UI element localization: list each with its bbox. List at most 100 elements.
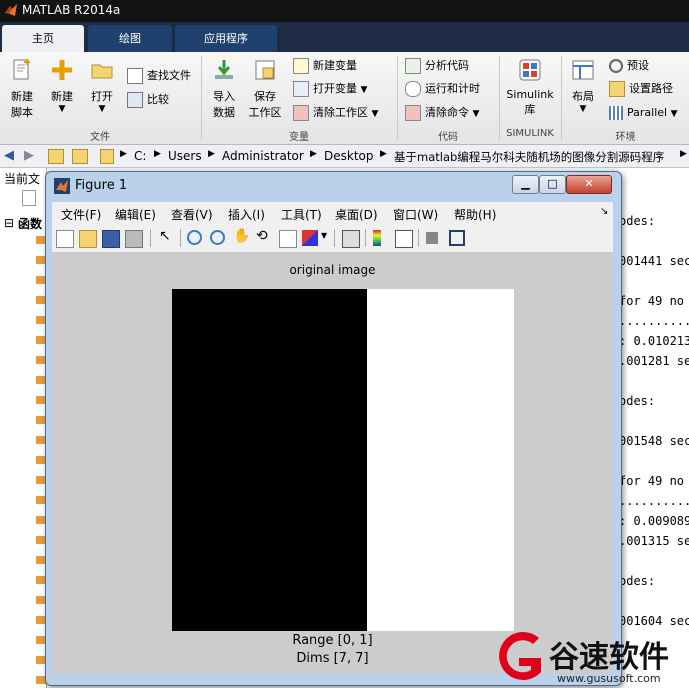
import-icon	[215, 60, 233, 79]
link-plot-icon[interactable]	[342, 230, 360, 248]
chevron-right-icon: ▶	[208, 149, 215, 159]
import-data-button[interactable]: 导入 数据	[204, 58, 244, 120]
breadcrumb-project-folder[interactable]: 基于matlab编程马尔科夫随机场的图像分割源码程序	[394, 149, 664, 165]
hide-plot-tools-icon[interactable]	[426, 232, 438, 244]
zoom-in-icon[interactable]	[187, 230, 202, 245]
compare-button[interactable]: 比较	[127, 90, 169, 110]
new-script-label-2: 脚本	[11, 106, 33, 119]
back-arrow-icon[interactable]: ◀	[4, 148, 14, 163]
group-label-simulink: SIMULINK	[506, 128, 554, 139]
menu-insert[interactable]: 插入(I)	[228, 206, 265, 223]
command-line: odes:	[619, 214, 656, 228]
tab-home[interactable]: 主页	[2, 25, 84, 52]
chevron-right-icon: ▶	[154, 149, 161, 159]
clear-commands-button[interactable]: 清除命令 ▼	[405, 103, 479, 123]
run-and-time-button[interactable]: 运行和计时	[405, 79, 480, 99]
tab-plots[interactable]: 绘图	[88, 25, 172, 52]
simulink-library-button[interactable]: Simulink 库	[504, 58, 556, 117]
find-files-button[interactable]: 查找文件	[127, 66, 191, 86]
image-axes[interactable]	[172, 289, 514, 631]
parallel-button[interactable]: Parallel ▼	[609, 103, 678, 123]
brush-icon[interactable]	[302, 230, 318, 246]
menu-tools[interactable]: 工具(T)	[281, 206, 322, 223]
minimize-button[interactable]: ▁	[512, 175, 539, 194]
pointer-icon[interactable]: ↖	[159, 228, 171, 244]
toolbar-separator	[334, 229, 335, 247]
figure-canvas[interactable]: original image Range [0, 1] Dims [7, 7]	[52, 253, 613, 674]
find-files-icon	[127, 68, 143, 84]
new-script-button[interactable]: 新建 脚本	[2, 58, 42, 120]
breadcrumb-administrator[interactable]: Administrator	[222, 149, 304, 163]
command-line: ..........	[619, 314, 689, 328]
save-label-2: 工作区	[248, 106, 282, 119]
find-files-label: 查找文件	[147, 69, 191, 82]
new-figure-icon[interactable]	[56, 230, 74, 248]
collapse-toggle[interactable]: ⊟	[4, 216, 14, 230]
open-button[interactable]: 打开 ▼	[82, 58, 122, 114]
menu-window[interactable]: 窗口(W)	[393, 206, 438, 223]
command-line: .001315 se	[619, 534, 689, 548]
chevron-down-icon: ▼	[670, 109, 678, 119]
print-icon[interactable]	[125, 230, 143, 248]
import-label-1: 导入	[213, 90, 235, 103]
chevron-down-icon: ▼	[360, 85, 368, 95]
chevron-down-icon[interactable]: ▼	[321, 231, 327, 240]
menu-help[interactable]: 帮助(H)	[454, 206, 496, 223]
command-window[interactable]: odes: 001441 sec for 49 no .......... : …	[615, 168, 689, 688]
eraser-icon	[293, 105, 309, 121]
group-label-environment: 环境	[615, 132, 636, 143]
rotate-3d-icon[interactable]: ⟲	[256, 228, 268, 244]
layout-label: 布局	[572, 90, 594, 103]
forward-arrow-icon[interactable]: ▶	[24, 148, 34, 163]
open-variable-button[interactable]: 打开变量 ▼	[293, 79, 367, 99]
command-line: for 49 no	[619, 294, 685, 308]
plus-icon	[52, 60, 72, 80]
folder-icon	[91, 64, 113, 79]
command-line: 001548 sec	[619, 434, 689, 448]
menu-view[interactable]: 查看(V)	[171, 206, 213, 223]
save-icon[interactable]	[102, 230, 120, 248]
toolbar-separator	[150, 229, 151, 247]
new-script-label-1: 新建	[11, 90, 33, 103]
menu-edit[interactable]: 编辑(E)	[115, 206, 156, 223]
layout-button[interactable]: 布局 ▼	[563, 58, 603, 114]
command-line: for 49 no	[619, 474, 685, 488]
menu-desktop[interactable]: 桌面(D)	[335, 206, 378, 223]
group-label-variable: 变量	[289, 132, 309, 143]
functions-header: 函数	[18, 217, 43, 231]
up-folder-icon[interactable]	[48, 149, 64, 164]
pan-hand-icon[interactable]: ✋	[233, 228, 250, 244]
new-variable-button[interactable]: 新建变量	[293, 56, 357, 76]
image-black-region	[172, 289, 367, 631]
preferences-button[interactable]: 预设	[609, 56, 649, 76]
breadcrumb-c[interactable]: C:	[134, 149, 146, 163]
gusu-logo-icon	[499, 631, 541, 680]
breadcrumb-users[interactable]: Users	[168, 149, 202, 163]
chevron-down-icon: ▼	[98, 104, 106, 114]
legend-icon[interactable]	[395, 230, 413, 248]
browse-folder-icon[interactable]	[72, 149, 88, 164]
menu-file[interactable]: 文件(F)	[61, 206, 101, 223]
clear-workspace-button[interactable]: 清除工作区 ▼	[293, 103, 378, 123]
save-workspace-button[interactable]: 保存 工作区	[245, 58, 285, 120]
watermark-url: www.gususoft.com	[557, 672, 661, 685]
new-button[interactable]: 新建 ▼	[42, 58, 82, 114]
chevron-right-icon: ▶	[120, 149, 127, 159]
close-button[interactable]: ✕	[566, 175, 612, 194]
maximize-button[interactable]: □	[539, 175, 566, 194]
figure-window[interactable]: Figure 1 ▁ □ ✕ 文件(F) 编辑(E) 查看(V) 插入(I) 工…	[45, 171, 622, 686]
run-and-time-label: 运行和计时	[425, 82, 480, 95]
open-file-icon[interactable]	[79, 230, 97, 248]
dock-arrow-icon[interactable]: ↘	[600, 206, 608, 217]
new-variable-label: 新建变量	[313, 59, 357, 72]
set-path-button[interactable]: 设置路径	[609, 79, 673, 99]
toolbar-separator	[418, 229, 419, 247]
tab-apps[interactable]: 应用程序	[175, 25, 277, 52]
data-cursor-icon[interactable]	[279, 230, 297, 248]
colorbar-icon[interactable]	[373, 230, 381, 246]
breadcrumb-desktop[interactable]: Desktop	[324, 149, 374, 163]
analyze-code-button[interactable]: 分析代码	[405, 56, 469, 76]
zoom-out-icon[interactable]	[210, 230, 225, 245]
show-plot-tools-icon[interactable]	[449, 230, 465, 246]
compare-icon	[127, 92, 143, 108]
